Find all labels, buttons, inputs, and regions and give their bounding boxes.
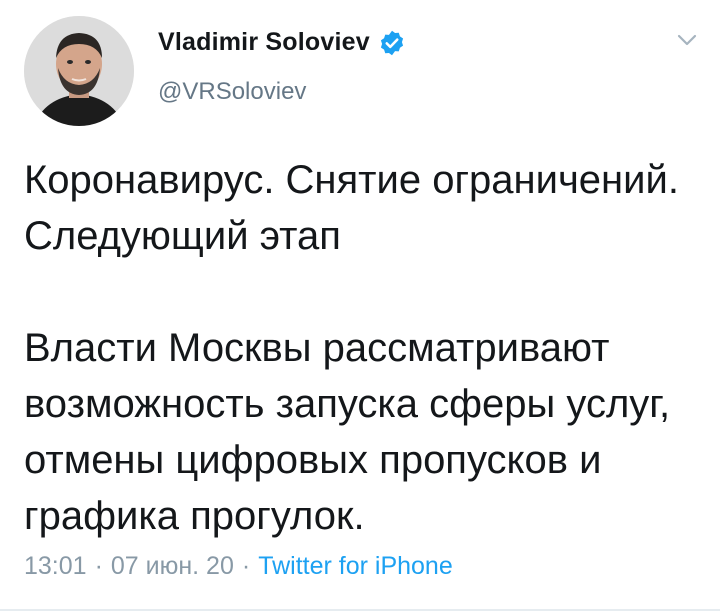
tweet-text: Коронавирус. Снятие ограничений. Следующ…	[24, 158, 679, 538]
meta-separator: ·	[241, 552, 251, 580]
avatar[interactable]	[24, 16, 134, 126]
divider	[0, 609, 720, 611]
avatar-photo	[24, 16, 134, 126]
tweet-date[interactable]: 07 июн. 20	[111, 552, 234, 581]
verified-badge-icon	[378, 29, 406, 57]
author-display-name[interactable]: Vladimir Soloviev	[158, 28, 370, 57]
tweet-meta: 13:01 · 07 июн. 20 · Twitter for iPhone	[24, 552, 453, 581]
tweet-time[interactable]: 13:01	[24, 552, 87, 581]
meta-separator: ·	[94, 552, 103, 580]
author-name-row[interactable]: Vladimir Soloviev	[158, 28, 406, 57]
chevron-down-icon[interactable]	[674, 30, 700, 50]
author-handle[interactable]: @VRSoloviev	[158, 78, 306, 106]
tweet-card[interactable]: Vladimir Soloviev @VRSoloviev Коронавиру…	[0, 0, 720, 614]
tweet-source-link[interactable]: Twitter for iPhone	[258, 552, 453, 581]
